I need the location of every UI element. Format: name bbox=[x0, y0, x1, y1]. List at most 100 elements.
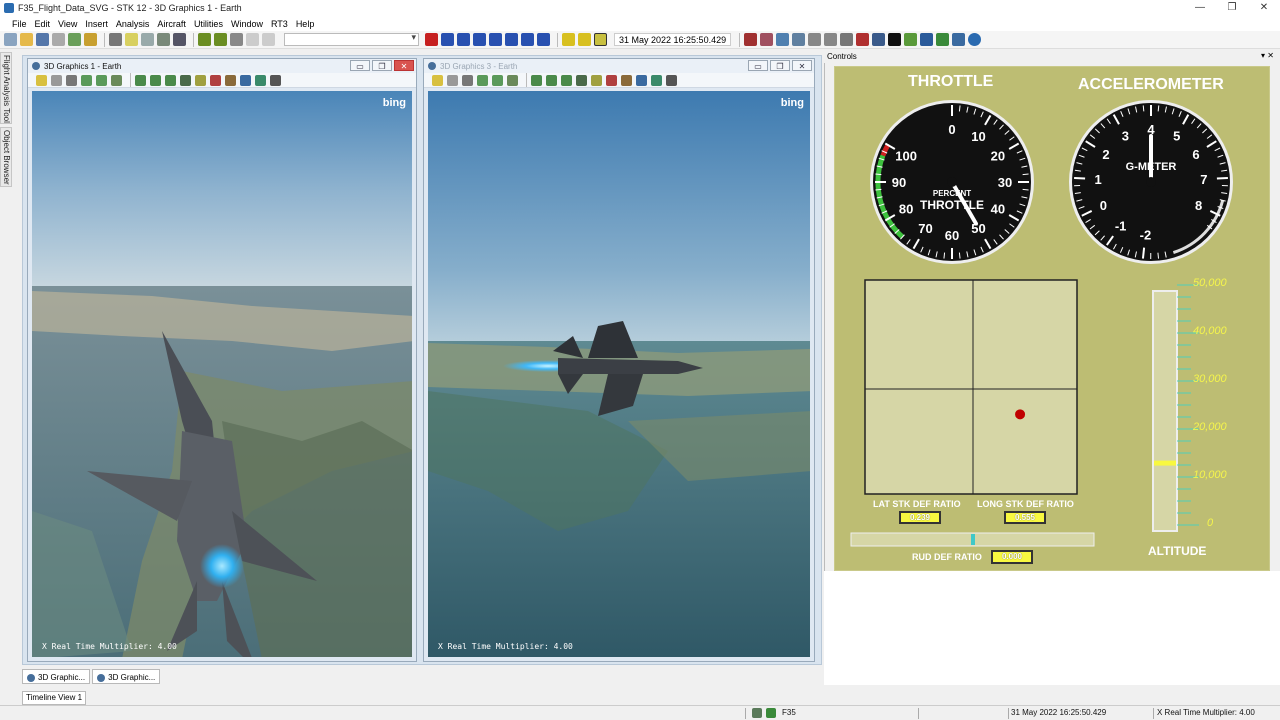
save-all-icon[interactable] bbox=[52, 33, 65, 46]
play-reverse-icon[interactable] bbox=[457, 33, 470, 46]
scenario-icon[interactable] bbox=[920, 33, 934, 46]
graphics-window-title-bar[interactable]: 3D Graphics 1 - Earth ▭ ❐ ✕ bbox=[28, 59, 416, 73]
zoom-icon[interactable] bbox=[462, 74, 473, 86]
menu-edit[interactable]: Edit bbox=[31, 19, 55, 29]
close-button[interactable]: ✕ bbox=[1248, 0, 1280, 16]
window-tab-graphics-3[interactable]: 3D Graphic... bbox=[92, 669, 161, 684]
earth-icon[interactable] bbox=[240, 74, 251, 86]
minimize-button[interactable]: — bbox=[1184, 0, 1216, 16]
pencil-icon[interactable] bbox=[591, 74, 602, 86]
zoom-in-icon[interactable] bbox=[198, 33, 211, 46]
menu-rt3[interactable]: RT3 bbox=[267, 19, 292, 29]
graphics-restore-button[interactable]: ❐ bbox=[372, 60, 392, 71]
globe-icon[interactable] bbox=[165, 74, 176, 86]
menu-utilities[interactable]: Utilities bbox=[190, 19, 227, 29]
globe-icon[interactable] bbox=[150, 74, 161, 86]
table-icon[interactable] bbox=[872, 33, 886, 46]
view-from-icon[interactable] bbox=[492, 74, 503, 86]
step-forward-icon[interactable] bbox=[505, 33, 518, 46]
report-manager-icon[interactable] bbox=[744, 33, 758, 46]
animation-mode-icon[interactable] bbox=[594, 33, 607, 46]
open-folder-icon[interactable] bbox=[20, 33, 33, 46]
object-selector-dropdown[interactable] bbox=[284, 32, 419, 46]
controls-pane-buttons[interactable]: ▾ ✕ bbox=[1261, 51, 1274, 60]
window-tab-graphics-1[interactable]: 3D Graphic... bbox=[22, 669, 91, 684]
edit-icon[interactable] bbox=[904, 33, 918, 46]
clock-icon[interactable] bbox=[808, 33, 822, 46]
report-icon[interactable] bbox=[125, 33, 138, 46]
graphics-minimize-button[interactable]: ▭ bbox=[350, 60, 370, 71]
tools-icon[interactable] bbox=[856, 33, 870, 46]
graphics-close-button[interactable]: ✕ bbox=[394, 60, 414, 71]
pause-icon[interactable] bbox=[473, 33, 486, 46]
graphics-window-3[interactable]: 3D Graphics 3 - Earth ▭ ❐ ✕ bing X Real … bbox=[423, 58, 815, 662]
earth-icon[interactable] bbox=[651, 74, 662, 86]
realtime-icon[interactable] bbox=[562, 33, 575, 46]
pencil-icon[interactable] bbox=[606, 74, 617, 86]
chart-icon[interactable] bbox=[792, 33, 806, 46]
step-back-icon[interactable] bbox=[441, 33, 454, 46]
animation-time-field[interactable]: 31 May 2022 16:25:50.429 bbox=[614, 33, 732, 46]
zoom-icon[interactable] bbox=[66, 74, 77, 86]
orient-icon[interactable] bbox=[507, 74, 518, 86]
globe-icon[interactable] bbox=[561, 74, 572, 86]
print-icon[interactable] bbox=[109, 33, 122, 46]
menu-window[interactable]: Window bbox=[227, 19, 267, 29]
increase-time-step-icon[interactable] bbox=[537, 33, 550, 46]
window-layout-icon[interactable] bbox=[141, 33, 154, 46]
properties-icon[interactable] bbox=[36, 74, 47, 86]
timeline-view-tab[interactable]: Timeline View 1 bbox=[22, 691, 87, 705]
gear-icon[interactable] bbox=[952, 33, 966, 46]
home-view-icon[interactable] bbox=[477, 74, 488, 86]
new-scenario-icon[interactable] bbox=[4, 33, 17, 46]
refresh-icon[interactable] bbox=[230, 33, 243, 46]
globe-pin-icon[interactable] bbox=[84, 33, 97, 46]
home-view-icon[interactable] bbox=[81, 74, 92, 86]
side-tab-flight-analysis-tool[interactable]: Flight Analysis Tool bbox=[0, 52, 12, 124]
measure-icon[interactable] bbox=[576, 74, 587, 86]
measure-icon[interactable] bbox=[180, 74, 191, 86]
data-provider-icon[interactable] bbox=[776, 33, 790, 46]
snapshot-icon[interactable] bbox=[666, 74, 677, 86]
graphics-viewport[interactable]: bing X Real Time Multiplier: 4.00 bbox=[428, 91, 810, 657]
snapshot-icon[interactable] bbox=[270, 74, 281, 86]
graphics-minimize-button[interactable]: ▭ bbox=[748, 60, 768, 71]
menu-insert[interactable]: Insert bbox=[81, 19, 112, 29]
pan-hand-icon[interactable] bbox=[51, 74, 62, 86]
graphics-window-title-bar[interactable]: 3D Graphics 3 - Earth ▭ ❐ ✕ bbox=[424, 59, 814, 73]
graphics-close-button[interactable]: ✕ bbox=[792, 60, 812, 71]
play-icon[interactable] bbox=[489, 33, 502, 46]
earth-icon[interactable] bbox=[255, 74, 266, 86]
maximize-button[interactable]: ❐ bbox=[1216, 0, 1248, 16]
properties-icon[interactable] bbox=[432, 74, 443, 86]
pan-hand-icon[interactable] bbox=[447, 74, 458, 86]
menu-view[interactable]: View bbox=[54, 19, 81, 29]
graph-manager-icon[interactable] bbox=[760, 33, 774, 46]
help-icon[interactable] bbox=[968, 33, 982, 46]
zoom-out-icon[interactable] bbox=[214, 33, 227, 46]
graphics-window-1[interactable]: 3D Graphics 1 - Earth ▭ ❐ ✕ bing X Real … bbox=[27, 58, 417, 662]
view-from-icon[interactable] bbox=[96, 74, 107, 86]
menu-file[interactable]: File bbox=[8, 19, 31, 29]
globe-icon[interactable] bbox=[546, 74, 557, 86]
picture-icon[interactable] bbox=[621, 74, 632, 86]
plugin-icon[interactable] bbox=[936, 33, 950, 46]
pencil-icon[interactable] bbox=[210, 74, 221, 86]
earth-icon[interactable] bbox=[636, 74, 647, 86]
menu-aircraft[interactable]: Aircraft bbox=[153, 19, 190, 29]
console-icon[interactable] bbox=[888, 33, 902, 46]
properties-icon[interactable] bbox=[173, 33, 186, 46]
orient-icon[interactable] bbox=[111, 74, 122, 86]
search-icon[interactable] bbox=[824, 33, 838, 46]
menu-help[interactable]: Help bbox=[292, 19, 319, 29]
settings-icon[interactable] bbox=[840, 33, 854, 46]
side-tab-object-browser[interactable]: Object Browser bbox=[0, 127, 12, 187]
decrease-time-step-icon[interactable] bbox=[521, 33, 534, 46]
grid-icon[interactable] bbox=[157, 33, 170, 46]
reset-animation-icon[interactable] bbox=[425, 33, 438, 46]
menu-analysis[interactable]: Analysis bbox=[112, 19, 154, 29]
picture-icon[interactable] bbox=[225, 74, 236, 86]
x-realtime-icon[interactable] bbox=[578, 33, 591, 46]
graphics-viewport[interactable]: bing X Real Time Multiplier: 4.00 bbox=[32, 91, 412, 657]
insert-object-icon[interactable] bbox=[68, 33, 81, 46]
